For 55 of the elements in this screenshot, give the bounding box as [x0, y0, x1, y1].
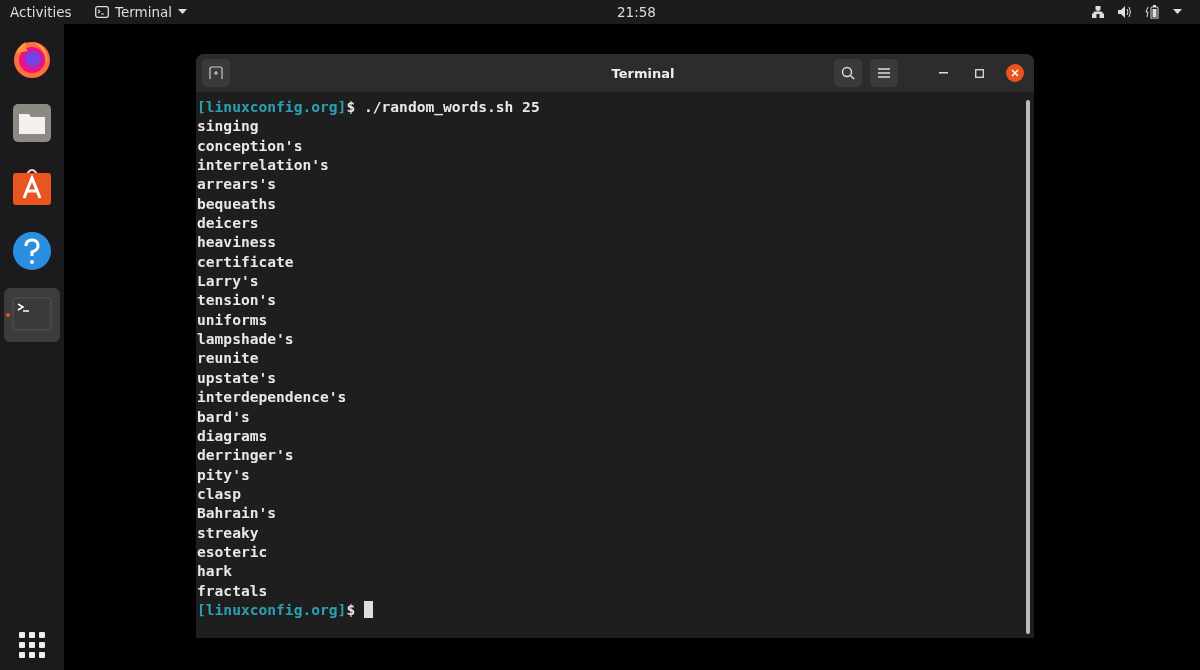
scrollbar[interactable] [1026, 100, 1030, 634]
output-line: diagrams [197, 425, 268, 446]
shopping-bag-icon [12, 167, 52, 207]
output-line: hark [197, 561, 233, 581]
menu-icon [878, 68, 890, 78]
output-line: upstate's [197, 367, 277, 388]
output-line: conception's [197, 135, 303, 156]
output-line: arrears's [197, 174, 277, 194]
output-line: certificate [197, 251, 294, 272]
command-text: ./random_words.sh 25 [363, 97, 540, 117]
caret-icon [178, 9, 188, 15]
output-line: bard's [197, 406, 250, 426]
clock[interactable]: 21:58 [515, 4, 1092, 20]
output-line: heaviness [197, 232, 277, 252]
output-line: interrelation's [197, 155, 329, 175]
app-grid-icon[interactable] [19, 632, 45, 658]
output-line: bequeaths [197, 193, 277, 214]
help-icon [12, 231, 52, 271]
output-line: reunite [197, 348, 259, 368]
network-icon[interactable] [1092, 6, 1104, 18]
volume-icon[interactable] [1118, 6, 1131, 18]
output-line: singing [197, 116, 259, 136]
prompt-text: [linuxconfig.org] [197, 97, 347, 117]
new-tab-icon [209, 66, 223, 80]
output-line: clasp [197, 483, 241, 504]
output-line: uniforms [197, 309, 268, 330]
output-line: derringer's [197, 445, 294, 465]
output-line: deicers [197, 213, 259, 233]
prompt-symbol: $ [346, 599, 357, 620]
minimize-icon [938, 72, 948, 74]
maximize-icon [974, 68, 984, 78]
output-line: Larry's [197, 271, 259, 291]
running-indicator [6, 313, 10, 317]
output-line: pity's [197, 464, 250, 484]
activities-button[interactable]: Activities [10, 4, 90, 20]
new-tab-button[interactable] [202, 59, 230, 87]
prompt-symbol: $ [346, 97, 357, 117]
window-title: Terminal [610, 65, 676, 81]
output-line: fractals [197, 580, 268, 600]
search-button[interactable] [834, 59, 862, 87]
search-icon [841, 66, 855, 80]
battery-icon[interactable] [1145, 5, 1159, 19]
folder-icon [12, 103, 52, 143]
output-line: streaky [197, 522, 259, 542]
output-line: interdependence's [197, 387, 347, 407]
terminal-icon [95, 6, 109, 18]
caret-icon[interactable] [1173, 9, 1182, 15]
prompt-text: [linuxconfig.org] [197, 599, 347, 620]
output-line: lampshade's [197, 329, 294, 349]
output-line: esoteric [197, 541, 268, 562]
output-line: tension's [197, 290, 277, 310]
menu-button[interactable] [870, 59, 898, 87]
output-line: Bahrain's [197, 503, 277, 523]
app-menu[interactable]: Terminal [115, 4, 173, 20]
close-icon [1006, 64, 1024, 82]
